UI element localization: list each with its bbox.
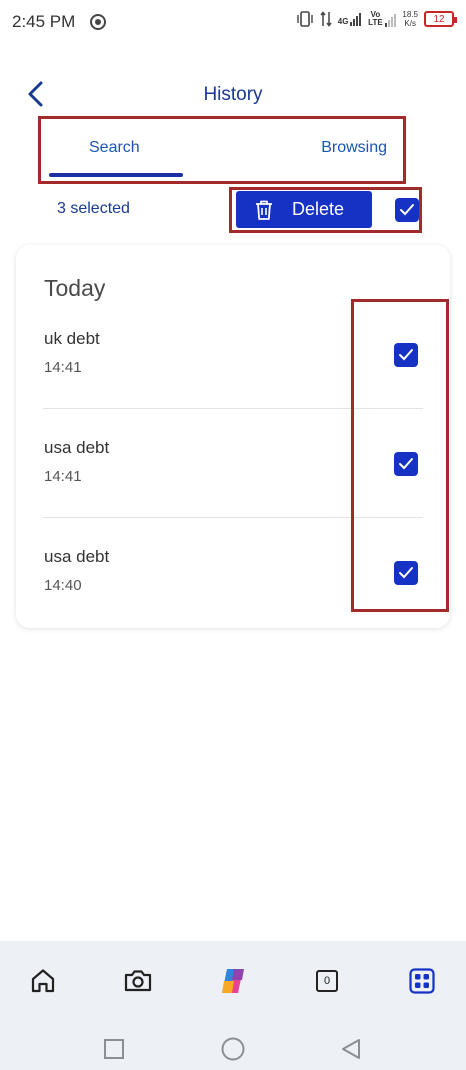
- home-icon: [31, 969, 55, 993]
- net-volte-label: Vo LTE: [368, 10, 383, 27]
- system-recents-button[interactable]: [100, 1035, 128, 1063]
- data-arrows-icon: [320, 11, 332, 27]
- system-back-button[interactable]: [337, 1035, 365, 1063]
- copilot-icon: [222, 969, 244, 993]
- section-title-today: Today: [44, 275, 106, 301]
- tabs-icon: 0: [316, 970, 338, 992]
- delete-button[interactable]: Delete: [236, 191, 372, 228]
- bottom-nav: 0: [0, 941, 466, 1070]
- signal-4g: 4G: [338, 12, 362, 26]
- nav-apps[interactable]: [404, 963, 440, 999]
- recents-icon: [104, 1039, 124, 1059]
- status-icons: 4G Vo LTE 18.5 K/s 12: [296, 10, 457, 28]
- signal-bars-icon: [350, 12, 362, 26]
- recording-icon: [90, 14, 106, 30]
- back-triangle-icon: [342, 1039, 360, 1059]
- net-4g-label: 4G: [337, 17, 349, 26]
- history-query: usa debt: [44, 547, 110, 566]
- checkboxes-highlight: [351, 299, 449, 612]
- apps-icon: [409, 968, 435, 994]
- network-speed: 18.5 K/s: [402, 10, 418, 28]
- active-tab-indicator: [49, 173, 183, 177]
- nav-tabs[interactable]: 0: [309, 963, 345, 999]
- checkmark-icon: [400, 204, 414, 216]
- history-time: 14:40: [44, 577, 82, 594]
- tab-search[interactable]: Search: [89, 139, 140, 157]
- nav-home[interactable]: [25, 963, 61, 999]
- history-time: 14:41: [44, 468, 82, 485]
- history-query: usa debt: [44, 438, 110, 457]
- speed-value: 18.5: [402, 10, 418, 19]
- home-circle-icon: [221, 1037, 245, 1061]
- page-title: History: [203, 84, 263, 105]
- status-time: 2:45 PM: [12, 12, 76, 31]
- speed-unit: K/s: [404, 19, 416, 28]
- selected-count: 3 selected: [57, 200, 130, 217]
- tab-browsing[interactable]: Browsing: [321, 139, 387, 157]
- status-bar: 2:45 PM 4G Vo LTE 18.5 K/s 12: [0, 0, 466, 44]
- battery-icon: 12: [424, 11, 457, 27]
- history-query: uk debt: [44, 329, 100, 348]
- nav-camera[interactable]: [120, 963, 156, 999]
- trash-icon: [254, 199, 274, 221]
- select-all-checkbox[interactable]: [395, 198, 419, 222]
- tabs-bar: Search Browsing: [38, 116, 406, 184]
- nav-copilot[interactable]: [215, 963, 251, 999]
- signal-bars-icon: [385, 13, 397, 27]
- history-time: 14:41: [44, 359, 82, 376]
- vibrate-icon: [297, 11, 313, 27]
- signal-volte: Vo LTE: [367, 10, 397, 27]
- camera-icon: [124, 970, 152, 992]
- system-home-button[interactable]: [219, 1035, 247, 1063]
- delete-label: Delete: [292, 199, 345, 219]
